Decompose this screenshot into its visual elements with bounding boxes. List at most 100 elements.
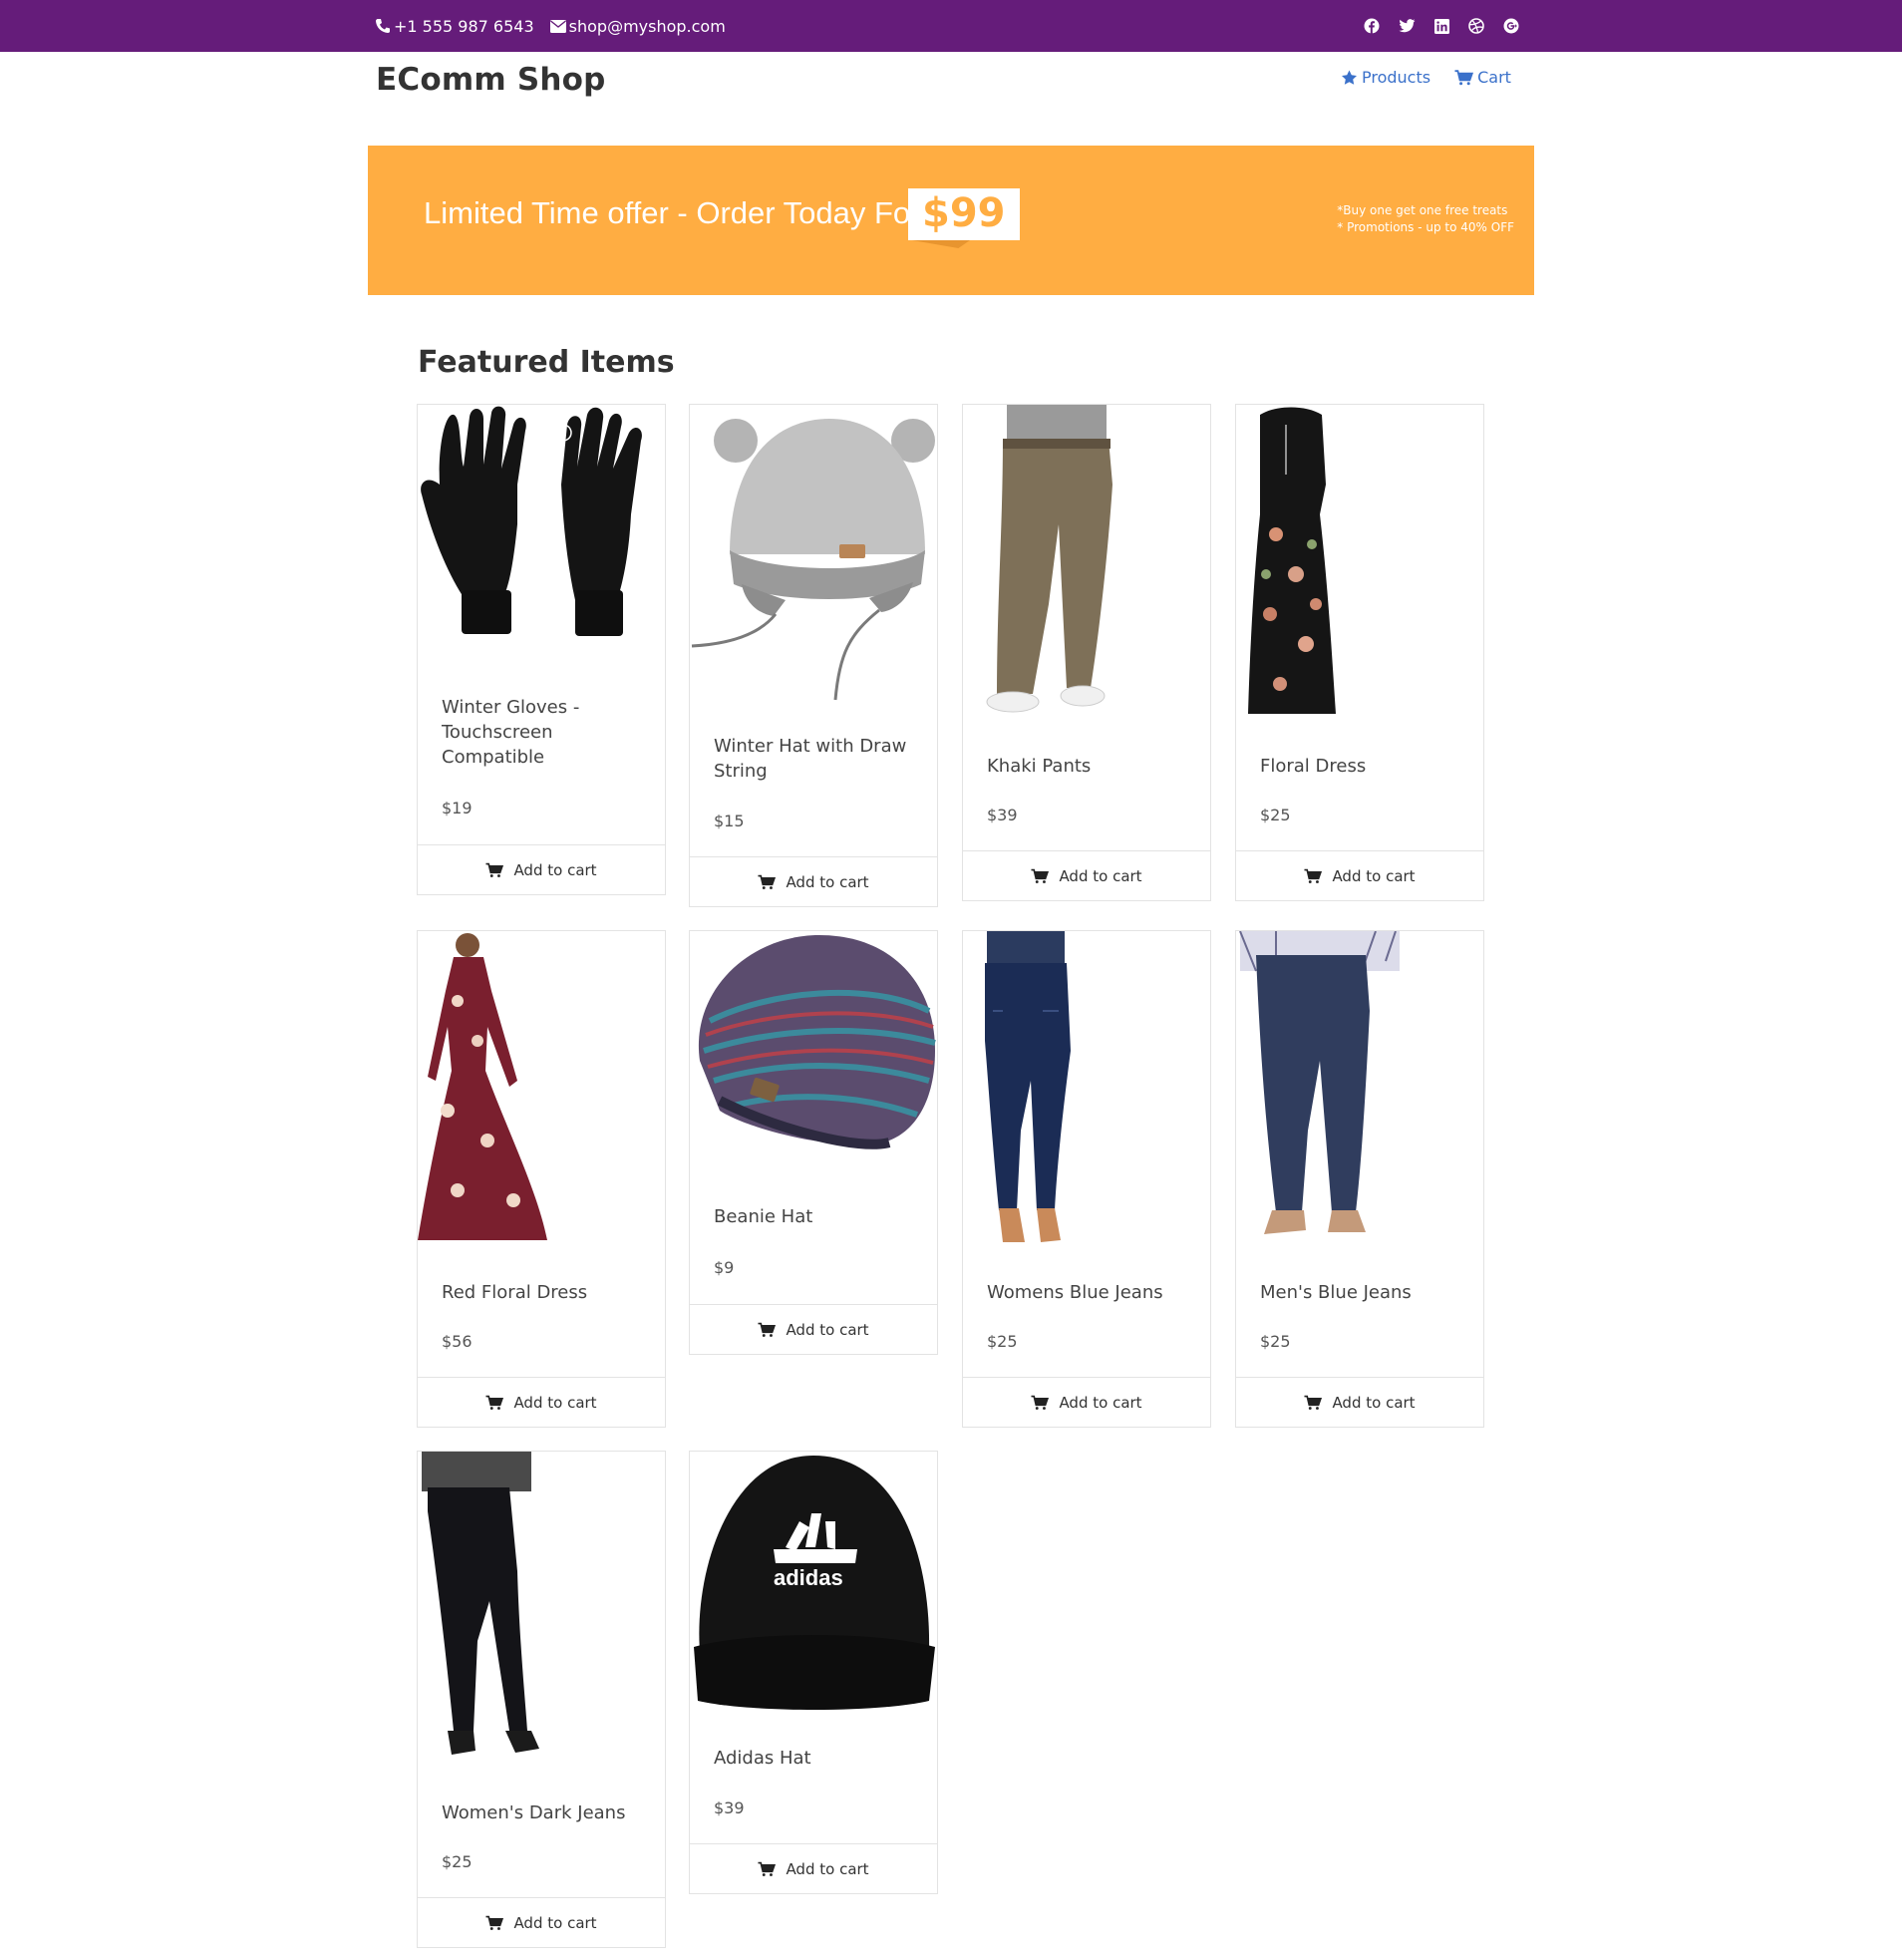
envelope-icon: [549, 19, 566, 33]
add-to-cart-button[interactable]: Add to cart: [418, 1897, 665, 1948]
product-image-floral-dress[interactable]: [1236, 405, 1483, 724]
star-icon: [1342, 70, 1357, 85]
product-name[interactable]: Khaki Pants: [987, 754, 1191, 779]
add-to-cart-button[interactable]: Add to cart: [1236, 1377, 1483, 1428]
cart-icon: [1031, 1395, 1050, 1410]
product-price: $39: [987, 806, 1018, 824]
product-card: Womens Blue Jeans $25 Add to cart: [962, 930, 1211, 1428]
product-price: $25: [1260, 806, 1291, 824]
product-image-mens-blue-jeans[interactable]: [1236, 931, 1483, 1250]
add-to-cart-button[interactable]: Add to cart: [1236, 850, 1483, 901]
nav-cart-label: Cart: [1477, 68, 1511, 87]
product-name[interactable]: Womens Blue Jeans: [987, 1280, 1191, 1305]
social-links: [1346, 0, 1520, 52]
promo-banner[interactable]: Limited Time offer - Order Today For $99…: [368, 146, 1534, 295]
product-card: Winter Hat with Draw String $15 Add to c…: [689, 404, 938, 907]
product-price: $25: [1260, 1332, 1291, 1351]
add-to-cart-label: Add to cart: [513, 1394, 597, 1412]
facebook-icon[interactable]: [1363, 17, 1381, 35]
product-name[interactable]: Men's Blue Jeans: [1260, 1280, 1464, 1305]
offer-price-tag: $99: [908, 188, 1020, 248]
nav-products-label: Products: [1362, 68, 1431, 87]
add-to-cart-button[interactable]: Add to cart: [963, 1377, 1210, 1428]
dribbble-icon[interactable]: [1467, 17, 1485, 35]
cart-icon: [1454, 69, 1474, 85]
add-to-cart-label: Add to cart: [1059, 867, 1142, 885]
product-price: $39: [714, 1798, 745, 1817]
product-price: $25: [442, 1852, 473, 1871]
price-tag-shadow: [912, 240, 970, 248]
product-price: $56: [442, 1332, 473, 1351]
add-to-cart-button[interactable]: Add to cart: [963, 850, 1210, 901]
cart-icon: [485, 862, 504, 877]
offer-price: $99: [908, 188, 1020, 240]
product-card: Winter Gloves - Touchscreen Compatible $…: [417, 404, 666, 895]
product-name[interactable]: Women's Dark Jeans: [442, 1800, 646, 1825]
product-card: Women's Dark Jeans $25 Add to cart: [417, 1451, 666, 1948]
offer-text: Limited Time offer - Order Today For: [424, 195, 921, 230]
add-to-cart-label: Add to cart: [786, 1860, 869, 1878]
product-image-winter-hat[interactable]: [690, 405, 937, 704]
cart-icon: [1031, 868, 1050, 883]
promo-notes: *Buy one get one free treats * Promotion…: [1337, 202, 1514, 236]
linkedin-icon[interactable]: [1432, 17, 1450, 35]
cart-icon: [758, 1861, 777, 1876]
svg-text:adidas: adidas: [774, 1565, 843, 1590]
cart-icon: [758, 1322, 777, 1337]
contact-info: +1 555 987 6543 shop@myshop.com: [375, 0, 742, 52]
section-title: Featured Items: [418, 345, 675, 380]
add-to-cart-label: Add to cart: [1332, 867, 1416, 885]
product-image-winter-gloves[interactable]: [418, 405, 665, 660]
add-to-cart-label: Add to cart: [513, 861, 597, 879]
add-to-cart-label: Add to cart: [786, 873, 869, 891]
nav-cart-link[interactable]: Cart: [1454, 68, 1511, 87]
promo-note-1: *Buy one get one free treats: [1337, 203, 1508, 217]
google-plus-icon[interactable]: [1502, 17, 1520, 35]
add-to-cart-button[interactable]: Add to cart: [418, 844, 665, 895]
nav-products-link[interactable]: Products: [1341, 68, 1430, 87]
add-to-cart-button[interactable]: Add to cart: [690, 1843, 937, 1894]
product-image-red-floral-dress[interactable]: [418, 931, 665, 1250]
product-price: $25: [987, 1332, 1018, 1351]
brand-logo[interactable]: EComm Shop: [376, 62, 606, 98]
twitter-icon[interactable]: [1398, 17, 1416, 35]
product-card: Khaki Pants $39 Add to cart: [962, 404, 1211, 901]
product-image-womens-dark-jeans[interactable]: [418, 1452, 665, 1771]
product-name[interactable]: Beanie Hat: [714, 1204, 918, 1229]
product-card: Men's Blue Jeans $25 Add to cart: [1235, 930, 1484, 1428]
add-to-cart-label: Add to cart: [786, 1321, 869, 1339]
product-name[interactable]: Adidas Hat: [714, 1746, 918, 1771]
phone-contact[interactable]: +1 555 987 6543: [375, 17, 534, 36]
product-name[interactable]: Red Floral Dress: [442, 1280, 646, 1305]
main-nav: Products Cart: [1341, 68, 1535, 87]
add-to-cart-label: Add to cart: [513, 1914, 597, 1932]
product-image-khaki-pants[interactable]: [963, 405, 1210, 724]
product-name[interactable]: Winter Gloves - Touchscreen Compatible: [442, 695, 646, 770]
email-contact[interactable]: shop@myshop.com: [549, 16, 726, 36]
product-image-adidas-hat[interactable]: adidas: [690, 1452, 937, 1721]
add-to-cart-button[interactable]: Add to cart: [418, 1377, 665, 1428]
email-address: shop@myshop.com: [568, 16, 726, 36]
top-bar: +1 555 987 6543 shop@myshop.com: [0, 0, 1902, 52]
cart-icon: [1304, 868, 1323, 883]
product-card: adidas Adidas Hat $39 Add to cart: [689, 1451, 938, 1894]
product-image-beanie-hat[interactable]: [690, 931, 937, 1175]
add-to-cart-button[interactable]: Add to cart: [690, 1304, 937, 1355]
promo-note-2: * Promotions - up to 40% OFF: [1337, 220, 1514, 234]
product-price: $15: [714, 812, 745, 830]
phone-icon: [376, 19, 390, 33]
product-card: Red Floral Dress $56 Add to cart: [417, 930, 666, 1428]
add-to-cart-button[interactable]: Add to cart: [690, 856, 937, 907]
add-to-cart-label: Add to cart: [1059, 1394, 1142, 1412]
product-card: Floral Dress $25 Add to cart: [1235, 404, 1484, 901]
product-name[interactable]: Floral Dress: [1260, 754, 1464, 779]
cart-icon: [485, 1915, 504, 1930]
cart-icon: [485, 1395, 504, 1410]
product-price: $9: [714, 1258, 735, 1277]
cart-icon: [1304, 1395, 1323, 1410]
product-card: Beanie Hat $9 Add to cart: [689, 930, 938, 1355]
product-image-womens-blue-jeans[interactable]: [963, 931, 1210, 1250]
phone-number: +1 555 987 6543: [394, 16, 534, 36]
cart-icon: [758, 874, 777, 889]
product-name[interactable]: Winter Hat with Draw String: [714, 734, 918, 784]
